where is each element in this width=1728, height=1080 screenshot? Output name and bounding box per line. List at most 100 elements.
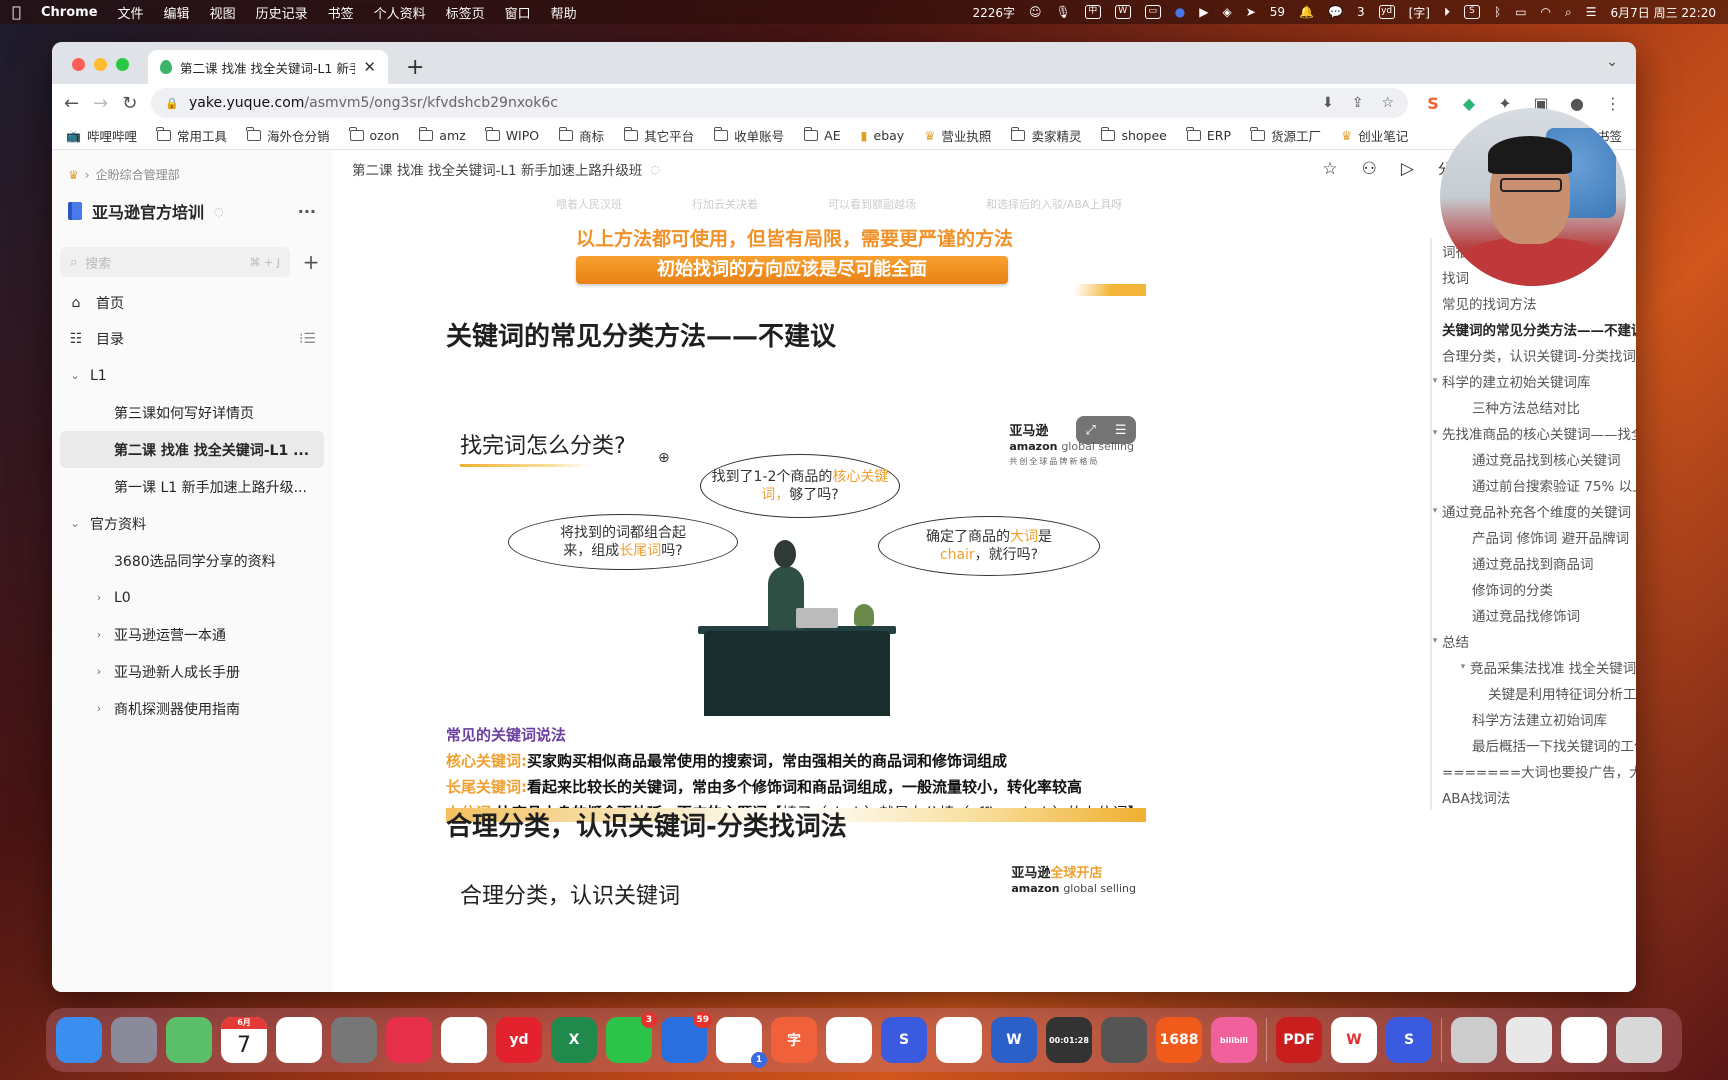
bookmark-item[interactable]: 商标 — [558, 126, 604, 145]
back-button[interactable]: ← — [64, 93, 79, 114]
outline-item[interactable]: 产品词 修饰词 避开品牌词 — [1432, 524, 1636, 550]
search-input[interactable]: ⌕ 搜索 ⌘ + J — [60, 247, 290, 277]
outline-item[interactable]: ▾ 科学的建立初始关键词库 — [1418, 368, 1636, 394]
clock-datetime[interactable]: 6月7日 周三 22:20 — [1611, 4, 1716, 21]
install-app-icon[interactable]: ⬇ — [1322, 95, 1334, 111]
reload-button[interactable]: ↻ — [122, 93, 137, 114]
outline-item[interactable]: ▾ 总结 — [1418, 628, 1636, 654]
chevron-right-icon[interactable]: › — [90, 702, 108, 715]
dock-app-word[interactable]: W — [991, 1017, 1037, 1063]
book-title[interactable]: 亚马逊官方培训 — [92, 199, 204, 223]
control-center-icon[interactable]: ☰ — [1586, 5, 1597, 19]
bookmark-item[interactable]: AE — [803, 127, 841, 143]
minimize-window-button[interactable] — [94, 58, 107, 71]
dock-app-trash[interactable] — [1616, 1017, 1662, 1063]
video-camera-icon[interactable]: ▶ — [1199, 5, 1208, 19]
sidebar-item-toc[interactable]: ☷ 目录 ⁝☰ — [60, 321, 324, 357]
caret-down-icon[interactable]: ▾ — [1456, 662, 1470, 672]
bluetooth-icon[interactable]: ᛒ — [1494, 5, 1501, 19]
add-doc-button[interactable]: + — [298, 250, 324, 274]
dock-app-system-settings[interactable] — [331, 1017, 377, 1063]
address-bar[interactable]: 🔒 yake.yuque.com/asmvm5/ong3sr/kfvdshcb2… — [151, 88, 1408, 118]
text-scan-icon[interactable]: [字] — [1409, 4, 1430, 21]
comment-image-icon[interactable]: ☰ — [1115, 423, 1127, 438]
outline-item[interactable]: =======大词也要投广告，大词 需要 — [1432, 758, 1636, 784]
youdao-status-icon[interactable]: yd — [1378, 5, 1395, 19]
dock-app-downloads-stack[interactable] — [1506, 1017, 1552, 1063]
dock-app-pdf[interactable]: PDF — [1276, 1017, 1322, 1063]
bookmark-star-icon[interactable]: ☆ — [1381, 95, 1394, 111]
tree-item[interactable]: ⌄ 官方资料 — [60, 505, 324, 542]
outline-item[interactable]: 关键词的常见分类方法——不建议 — [1432, 316, 1636, 342]
wps-status-icon[interactable]: W — [1114, 5, 1131, 19]
menu-edit[interactable]: 编辑 — [164, 3, 190, 22]
feishu-status-icon[interactable]: ➤ — [1246, 5, 1256, 19]
dock-app-app-red-circle[interactable] — [386, 1017, 432, 1063]
bookmark-item[interactable]: ERP — [1186, 127, 1231, 143]
menu-app-name[interactable]: Chrome — [41, 5, 98, 20]
slide-image-classification[interactable]: 找完词怎么分类? ⊕ 亚马逊 amazon global selling 共创全… — [446, 416, 1146, 822]
bookmark-item[interactable]: 其它平台 — [623, 126, 694, 145]
tree-item[interactable]: › L0 — [60, 579, 324, 616]
battery-icon[interactable]: ▭ — [1515, 5, 1526, 19]
dock-app-feishu[interactable]: 59 — [661, 1012, 712, 1063]
breadcrumb-team[interactable]: 企盼综合管理部 — [96, 166, 180, 183]
menu-profiles[interactable]: 个人资料 — [374, 3, 426, 22]
apple-menu-icon[interactable]:  — [12, 3, 21, 21]
menu-window[interactable]: 窗口 — [505, 3, 531, 22]
bookmark-item[interactable]: WIPO — [485, 127, 539, 143]
outline-item[interactable]: 关键是利用特征词分析工具找... — [1432, 680, 1636, 706]
outline-item[interactable]: ▾先找准商品的核心关键词——找全 找准... — [1418, 420, 1636, 446]
tree-item[interactable]: 第三课如何写好详情页 — [60, 394, 324, 431]
tree-item[interactable]: › 商机探测器使用指南 — [60, 690, 324, 727]
outline-item[interactable]: 通过竞品找修饰词 — [1432, 602, 1636, 628]
more-options-button[interactable]: ··· — [298, 202, 316, 221]
dock-app-excel[interactable]: X — [551, 1017, 597, 1063]
green-extension-icon[interactable]: ◆ — [1458, 94, 1480, 113]
dock-app-maps[interactable] — [166, 1017, 212, 1063]
tree-item[interactable]: › 亚马逊新人成长手册 — [60, 653, 324, 690]
spotlight-search-icon[interactable]: ⌕ — [1565, 5, 1572, 20]
dock-app-text-recognition[interactable]: 字 — [771, 1017, 817, 1063]
dock-app-screen-recorder[interactable]: 00:01:28 — [1046, 1017, 1092, 1063]
outline-item[interactable]: ▾ 通过竞品补充各个维度的关键词 — [1418, 498, 1636, 524]
outline-item[interactable]: ▾竞品采集法找准 找全关键词的步骤 — [1432, 654, 1636, 680]
microphone-icon[interactable]: 🎙 — [1056, 5, 1071, 19]
dock-app-baidu-netdisk[interactable] — [826, 1017, 872, 1063]
chevron-right-icon[interactable]: › — [90, 665, 108, 678]
dock-app-qq[interactable] — [936, 1017, 982, 1063]
blue-ball-icon[interactable]: ● — [1175, 5, 1185, 19]
face-icon[interactable]: ☺ — [1029, 5, 1042, 19]
dock-app-wechat[interactable]: 3 — [606, 1012, 657, 1063]
breadcrumb[interactable]: ♛ › 企盼综合管理部 — [60, 160, 324, 189]
menu-history[interactable]: 历史记录 — [256, 3, 308, 22]
close-window-button[interactable] — [72, 58, 85, 71]
new-tab-button[interactable]: + — [406, 55, 424, 80]
toc-collapse-icon[interactable]: ⁝☰ — [299, 331, 316, 347]
expand-image-icon[interactable]: ⤢ — [1085, 423, 1095, 438]
dock-app-calendar[interactable]: 7 6月 — [221, 1017, 267, 1063]
presentation-mode-icon[interactable]: ▷ — [1401, 159, 1414, 179]
dock-app-archive[interactable] — [1451, 1017, 1497, 1063]
bookmark-item[interactable]: 海外仓分销 — [246, 126, 330, 145]
outline-item[interactable]: 科学方法建立初始词库 — [1432, 706, 1636, 732]
input-method-indicator[interactable]: 中 — [1084, 5, 1101, 19]
bookmark-item[interactable]: 收单账号 — [713, 126, 784, 145]
menu-bookmarks[interactable]: 书签 — [328, 3, 354, 22]
chevron-down-icon[interactable]: ⌄ — [66, 517, 84, 530]
tree-item[interactable]: 第一课 L1 新手加速上路升级... — [60, 468, 324, 505]
outline-item[interactable]: 合理分类，认识关键词-分类找词法 — [1432, 342, 1636, 368]
bookmark-item[interactable]: 📺 哔哩哔哩 — [66, 126, 137, 145]
dock-app-finder[interactable] — [56, 1017, 102, 1063]
dock-app-calculator[interactable] — [1101, 1017, 1147, 1063]
bookmark-item[interactable]: ▮ ebay — [861, 128, 905, 143]
menu-help[interactable]: 帮助 — [551, 3, 577, 22]
menu-tab[interactable]: 标签页 — [446, 3, 485, 22]
caret-down-icon[interactable]: ▾ — [1428, 428, 1442, 438]
chevron-right-icon[interactable]: › — [90, 628, 108, 641]
tv-status-icon[interactable]: ▭ — [1144, 5, 1161, 19]
shield-status-icon[interactable]: ◈ — [1222, 5, 1231, 19]
outline-item[interactable]: 常见的找词方法 — [1432, 290, 1636, 316]
menu-file[interactable]: 文件 — [118, 3, 144, 22]
share-icon[interactable]: ⇪ — [1352, 95, 1364, 111]
